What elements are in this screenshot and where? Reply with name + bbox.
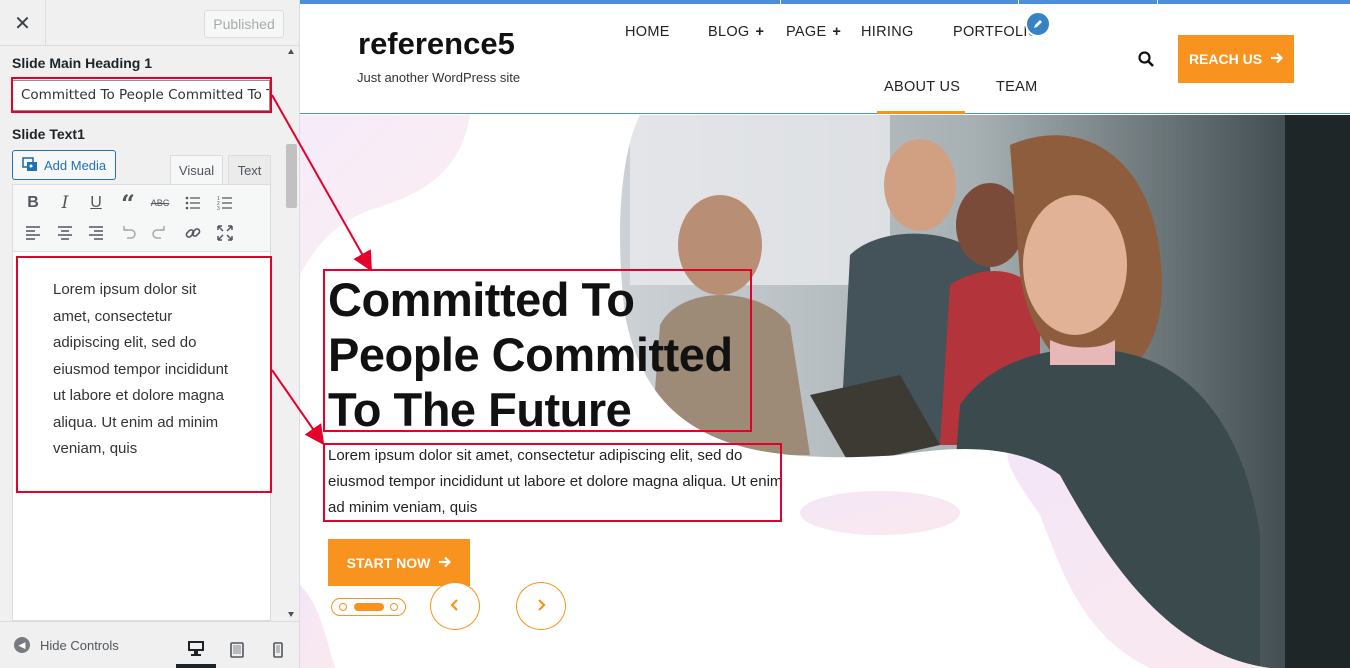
align-left-icon[interactable] — [21, 221, 45, 245]
arrow-right-icon — [438, 555, 452, 571]
bold-icon[interactable]: B — [21, 191, 45, 215]
tab-visual[interactable]: Visual — [170, 155, 223, 185]
annotation-box-editor — [16, 256, 272, 493]
sidebar-scrollbar[interactable] — [284, 47, 299, 621]
bullet-list-icon[interactable] — [181, 191, 205, 215]
align-right-icon[interactable] — [84, 221, 108, 245]
nav-blog[interactable]: BLOG + — [708, 24, 764, 40]
reach-us-label: REACH US — [1188, 51, 1263, 67]
plus-icon: + — [755, 24, 765, 40]
annotation-box-hero-heading — [323, 269, 752, 432]
nav-team[interactable]: TEAM — [996, 79, 1037, 95]
nav-home[interactable]: HOME — [625, 24, 670, 40]
slider-pagination — [331, 598, 406, 616]
slider-prev-button[interactable] — [430, 582, 480, 630]
nav-active-indicator — [877, 111, 965, 114]
add-media-icon — [22, 156, 38, 175]
editor-toolbar: B I U “ ABC 123 — [12, 184, 271, 252]
heading-field-label: Slide Main Heading 1 — [12, 55, 153, 71]
slider-dot-active[interactable] — [354, 603, 384, 611]
tablet-preview-icon[interactable] — [217, 632, 257, 668]
hide-controls-label: Hide Controls — [40, 637, 119, 653]
add-media-button[interactable]: Add Media — [12, 150, 116, 180]
svg-text:3: 3 — [217, 206, 220, 212]
underline-icon[interactable]: U — [84, 191, 108, 215]
site-title[interactable]: reference5 — [358, 26, 515, 62]
edit-shortcut-pencil-icon[interactable] — [1025, 11, 1051, 37]
start-now-label: START NOW — [346, 554, 431, 571]
tab-text[interactable]: Text — [228, 155, 271, 185]
blockquote-icon[interactable]: “ — [116, 189, 140, 218]
published-button[interactable]: Published — [204, 10, 284, 38]
mobile-preview-icon[interactable] — [258, 632, 298, 668]
chevron-right-icon — [536, 596, 546, 617]
nav-blog-label: BLOG — [708, 24, 750, 40]
sidebar-footer: ◀ Hide Controls — [0, 621, 299, 668]
numbered-list-icon[interactable]: 123 — [213, 191, 237, 215]
text-field-label: Slide Text1 — [12, 126, 85, 142]
close-customizer-button[interactable]: ✕ — [0, 0, 46, 46]
italic-icon[interactable]: I — [53, 191, 77, 215]
start-now-button[interactable]: START NOW — [328, 539, 470, 586]
align-center-icon[interactable] — [53, 221, 77, 245]
fullscreen-icon[interactable] — [213, 221, 237, 245]
nav-page[interactable]: PAGE + — [786, 24, 841, 40]
search-icon[interactable] — [1138, 51, 1154, 72]
strikethrough-icon[interactable]: ABC — [148, 191, 172, 215]
scroll-down-arrow-icon[interactable] — [288, 612, 294, 617]
annotation-box-heading-input — [11, 77, 272, 113]
hide-controls-icon: ◀ — [14, 637, 30, 653]
undo-icon[interactable] — [116, 221, 140, 245]
arrow-right-icon — [1270, 51, 1284, 67]
link-icon[interactable] — [181, 221, 205, 245]
annotation-box-hero-text — [323, 443, 782, 522]
site-tagline: Just another WordPress site — [357, 70, 521, 85]
scroll-up-arrow-icon[interactable] — [288, 49, 294, 54]
slider-dot[interactable] — [339, 603, 347, 611]
desktop-preview-icon[interactable] — [176, 632, 216, 668]
redo-icon[interactable] — [148, 221, 172, 245]
nav-hiring[interactable]: HIRING — [861, 24, 914, 40]
nav-page-label: PAGE — [786, 24, 827, 40]
slider-dot[interactable] — [390, 603, 398, 611]
plus-icon: + — [832, 24, 842, 40]
slider-next-button[interactable] — [516, 582, 566, 630]
add-media-label: Add Media — [44, 157, 107, 173]
hide-controls-button[interactable]: ◀ Hide Controls — [14, 637, 119, 653]
sidebar-header: ✕ Published — [0, 0, 299, 46]
scroll-thumb[interactable] — [286, 144, 297, 208]
nav-about-us[interactable]: ABOUT US — [884, 79, 960, 95]
site-header: reference5 Just another WordPress site H… — [300, 4, 1350, 114]
chevron-left-icon — [450, 596, 460, 617]
reach-us-button[interactable]: REACH US — [1178, 35, 1294, 83]
